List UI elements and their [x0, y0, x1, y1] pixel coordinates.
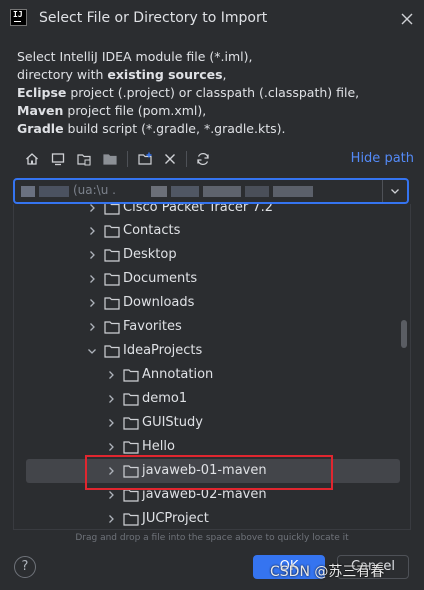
folder-icon [104, 249, 120, 262]
delete-icon[interactable] [159, 148, 181, 170]
chevron-down-icon[interactable] [382, 180, 407, 202]
tree-row[interactable]: demo1 [14, 387, 400, 411]
description-line-3: Eclipse project (.project) or classpath … [17, 85, 360, 100]
tree-row-label: Contacts [123, 223, 181, 238]
tree-row[interactable]: Contacts [14, 219, 400, 243]
refresh-icon[interactable] [192, 148, 214, 170]
tree-row-label: Annotation [142, 367, 214, 382]
new-folder-icon[interactable] [134, 148, 156, 170]
chevron-right-icon[interactable] [86, 204, 98, 214]
tree-row-label: Downloads [123, 295, 195, 310]
tree-row-label: Desktop [123, 247, 177, 262]
tree-row-label: IdeaProjects [123, 343, 203, 358]
path-combo-box[interactable]: (ua:\u . [13, 178, 409, 204]
folder-icon [123, 489, 139, 502]
desktop-icon[interactable] [47, 148, 69, 170]
folder-icon [104, 204, 120, 215]
folder-icon [104, 345, 120, 358]
tree-scrollbar-thumb[interactable] [401, 320, 407, 348]
folder-icon [123, 465, 139, 478]
description-line-2: directory with existing sources, [17, 67, 227, 82]
tree-row[interactable]: Favorites [14, 315, 400, 339]
path-input[interactable]: (ua:\u . [21, 183, 331, 199]
file-chooser-toolbar: Hide path [14, 148, 414, 172]
file-tree[interactable]: Cisco Packet Tracer 7.2 Contacts Desktop… [13, 204, 411, 530]
tree-row-label: demo1 [142, 391, 188, 406]
chevron-right-icon[interactable] [86, 225, 98, 237]
folder-icon [123, 393, 139, 406]
chevron-right-icon[interactable] [86, 273, 98, 285]
path-value: (ua:\u . [73, 183, 116, 197]
chevron-right-icon[interactable] [105, 393, 117, 405]
tree-row[interactable]: Documents [14, 267, 400, 291]
close-icon[interactable] [399, 11, 415, 27]
description-line-4: Maven project file (pom.xml), [17, 103, 207, 118]
home-icon[interactable] [21, 148, 43, 170]
drag-drop-hint: Drag and drop a file into the space abov… [75, 533, 349, 543]
tree-row[interactable]: GUIStudy [14, 411, 400, 435]
intellij-logo-icon: IJ [10, 9, 27, 26]
tree-row-label: javaweb-02-maven [142, 487, 267, 502]
tree-row-selected[interactable]: javaweb-01-maven [14, 459, 400, 483]
folder-icon [123, 369, 139, 382]
tree-row[interactable]: JUCProject [14, 507, 400, 529]
help-button[interactable]: ? [14, 556, 36, 578]
tree-row[interactable]: Cisco Packet Tracer 7.2 [14, 204, 400, 220]
folder-icon [104, 273, 120, 286]
folder-icon [123, 417, 139, 430]
folder-icon [123, 513, 139, 526]
description-line-5: Gradle build script (*.gradle, *.gradle.… [17, 121, 286, 136]
chevron-right-icon[interactable] [105, 513, 117, 525]
chevron-right-icon[interactable] [105, 465, 117, 477]
description-line-1: Select IntelliJ IDEA module file (*.iml)… [17, 49, 253, 64]
folder-icon [104, 225, 120, 238]
module-folder-icon[interactable] [99, 148, 121, 170]
tree-row[interactable]: javaweb-02-maven [14, 483, 400, 507]
project-folder-icon[interactable] [73, 148, 95, 170]
folder-icon [104, 321, 120, 334]
tree-row-label: Hello [142, 439, 175, 454]
tree-row-label: Cisco Packet Tracer 7.2 [123, 204, 273, 215]
import-description: Select IntelliJ IDEA module file (*.iml)… [17, 48, 417, 138]
chevron-down-icon[interactable] [86, 345, 98, 357]
title-bar: IJ Select File or Directory to Import [0, 0, 424, 38]
folder-icon [123, 441, 139, 454]
tree-row[interactable]: Desktop [14, 243, 400, 267]
tree-row-label: Documents [123, 271, 198, 286]
tree-row[interactable]: Annotation [14, 363, 400, 387]
ok-button[interactable]: OK [253, 555, 325, 579]
tree-row-label: javaweb-01-maven [142, 463, 267, 478]
chevron-right-icon[interactable] [105, 441, 117, 453]
chevron-right-icon[interactable] [105, 489, 117, 501]
dialog-title: Select File or Directory to Import [39, 10, 268, 26]
folder-icon [104, 297, 120, 310]
tree-row[interactable]: Hello [14, 435, 400, 459]
tree-row[interactable]: Downloads [14, 291, 400, 315]
chevron-right-icon[interactable] [105, 417, 117, 429]
tree-row-label: JUCProject [142, 511, 209, 526]
chevron-right-icon[interactable] [105, 369, 117, 381]
cancel-button[interactable]: Cancel [337, 555, 409, 579]
chevron-right-icon[interactable] [86, 297, 98, 309]
hide-path-link[interactable]: Hide path [351, 151, 414, 166]
tree-row-label: Favorites [123, 319, 182, 334]
tree-row[interactable]: IdeaProjects [14, 339, 400, 363]
tree-row-label: GUIStudy [142, 415, 203, 430]
chevron-right-icon[interactable] [86, 249, 98, 261]
chevron-right-icon[interactable] [86, 321, 98, 333]
logo-text: IJ [13, 10, 23, 19]
